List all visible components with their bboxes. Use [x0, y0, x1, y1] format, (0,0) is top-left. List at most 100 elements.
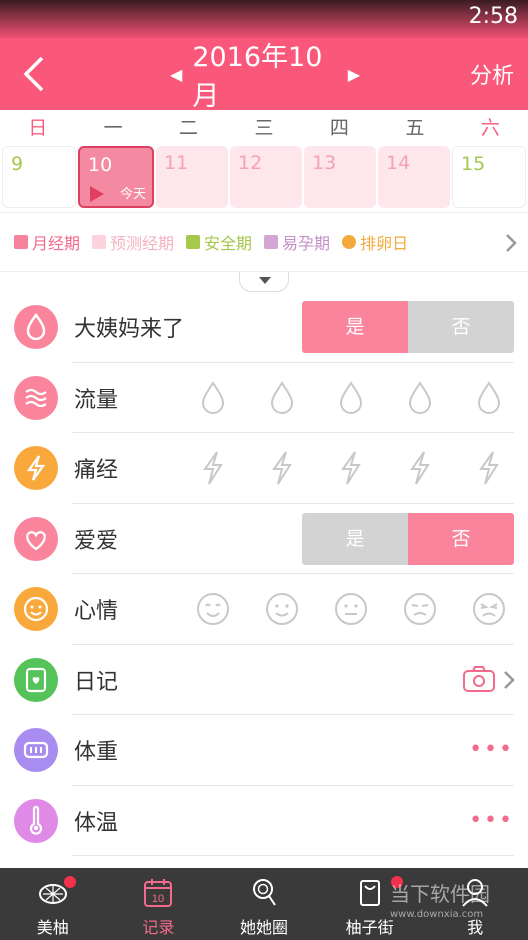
lightning-outline-icon[interactable] — [326, 450, 376, 486]
tab-label: 记录 — [142, 918, 175, 937]
day-number: 11 — [164, 152, 189, 174]
flow-options — [188, 380, 514, 416]
more-icon[interactable]: ••• — [469, 737, 514, 762]
row-label: 日记 — [74, 669, 119, 695]
weekday-label: 一 — [103, 117, 123, 139]
legend-label: 易孕期 — [282, 234, 331, 253]
status-bar: 2:58 — [0, 0, 528, 38]
drop-icon — [14, 305, 58, 349]
legend-item: 易孕期 — [264, 230, 330, 254]
crying-face-icon[interactable] — [464, 591, 514, 627]
tab-label: 美柚 — [36, 918, 69, 937]
today-label: 今天 — [119, 187, 146, 202]
legend-swatch — [342, 235, 357, 249]
legend-item: 月经期 — [14, 230, 80, 254]
legend-label: 排卵日 — [360, 234, 409, 253]
calendar-day[interactable]: 12 — [230, 146, 302, 208]
row-love: 爱爱 是 否 — [0, 504, 528, 575]
row-flow: 流量 — [0, 363, 528, 434]
pain-options — [188, 450, 514, 486]
weekday-header: 日 一 二 三 四 五 六 — [0, 110, 528, 146]
row-label: 大姨妈来了 — [74, 317, 185, 342]
unhappy-face-icon[interactable] — [395, 591, 445, 627]
yes-button[interactable]: 是 — [302, 512, 408, 565]
smile-icon — [14, 587, 58, 631]
back-button[interactable] — [16, 54, 56, 94]
scale-icon — [14, 728, 58, 772]
phase-legend[interactable]: 月经期 预测经期 安全期 易孕期 排卵日 — [0, 212, 528, 272]
smile-face-icon[interactable] — [257, 591, 307, 627]
happy-face-icon[interactable] — [188, 591, 238, 627]
day-number: 12 — [238, 152, 263, 174]
row-weight[interactable]: 体重 ••• — [0, 715, 528, 786]
camera-icon[interactable] — [462, 665, 496, 693]
drop-outline-icon[interactable] — [326, 380, 376, 416]
analysis-button[interactable]: 分析 — [470, 58, 514, 90]
calendar-day[interactable]: 14 — [378, 146, 450, 208]
week-calendar: 9 10 今天 11 12 13 14 15 — [0, 146, 528, 210]
legend-swatch — [14, 235, 28, 249]
legend-item: 安全期 — [186, 230, 252, 254]
legend-swatch — [186, 235, 201, 249]
row-label: 爱爱 — [74, 528, 119, 554]
day-number: 10 — [88, 154, 113, 176]
row-diary[interactable]: 日记 — [0, 645, 528, 716]
tab-label: 她她圈 — [239, 918, 288, 937]
lightning-outline-icon[interactable] — [395, 450, 445, 486]
app-header: ◀ 2016年10月 ▶ 分析 — [0, 38, 528, 112]
legend-item: 排卵日 — [342, 230, 408, 254]
legend-label: 预测经期 — [110, 234, 175, 253]
calendar-day-today[interactable]: 10 今天 — [78, 146, 154, 208]
collapse-toggle[interactable] — [239, 272, 289, 292]
row-mood: 心情 — [0, 574, 528, 645]
weekday-label: 日 — [28, 117, 48, 139]
lightning-icon — [14, 446, 58, 490]
lightning-outline-icon[interactable] — [464, 450, 514, 486]
weekday-label: 六 — [480, 117, 500, 139]
calendar-day[interactable]: 11 — [156, 146, 228, 208]
prev-month-icon[interactable]: ◀ — [170, 65, 182, 84]
calendar-day[interactable]: 13 — [304, 146, 376, 208]
watermark-url: www.downxia.com — [390, 909, 484, 920]
drop-outline-icon[interactable] — [464, 380, 514, 416]
month-selector: ◀ 2016年10月 ▶ — [160, 42, 370, 112]
lightning-outline-icon[interactable] — [188, 450, 238, 486]
row-period: 大姨妈来了 是 否 — [0, 292, 528, 363]
yes-button[interactable]: 是 — [302, 301, 408, 353]
day-number: 15 — [461, 153, 486, 175]
row-temperature[interactable]: 体温 ••• — [0, 786, 528, 857]
calendar-icon: 10 — [144, 879, 173, 907]
calendar-day[interactable]: 15 — [452, 146, 526, 208]
more-icon[interactable]: ••• — [469, 808, 514, 833]
no-button[interactable]: 否 — [408, 512, 514, 565]
next-month-icon[interactable]: ▶ — [348, 65, 360, 84]
drop-outline-icon[interactable] — [395, 380, 445, 416]
legend-label: 月经期 — [32, 234, 81, 253]
row-label: 流量 — [74, 387, 119, 413]
today-marker-icon — [90, 186, 104, 202]
row-pain: 痛经 — [0, 433, 528, 504]
drop-outline-icon[interactable] — [188, 380, 238, 416]
calendar-day[interactable]: 9 — [2, 146, 76, 208]
tab-record[interactable]: 10 记录 — [106, 868, 212, 940]
no-button[interactable]: 否 — [408, 301, 514, 353]
drop-outline-icon[interactable] — [257, 380, 307, 416]
heart-icon — [14, 516, 58, 561]
chevron-right-icon — [504, 670, 515, 689]
notebook-icon — [14, 657, 58, 702]
weekday-label: 四 — [329, 117, 349, 139]
chevron-right-icon — [506, 234, 517, 252]
tab-meiyou[interactable]: 美柚 — [0, 868, 106, 940]
mood-options — [188, 591, 514, 627]
tab-circle[interactable]: 她她圈 — [211, 868, 317, 940]
period-toggle: 是 否 — [302, 301, 514, 353]
row-label: 体重 — [74, 740, 119, 765]
legend-label: 安全期 — [204, 234, 253, 253]
neutral-face-icon[interactable] — [326, 591, 376, 627]
month-title: 2016年10月 — [192, 42, 323, 112]
watermark: 当下软件园 www.downxia.com — [380, 868, 528, 940]
thermometer-icon — [14, 798, 58, 843]
status-time: 2:58 — [468, 4, 518, 29]
lightning-outline-icon[interactable] — [257, 450, 307, 486]
love-toggle: 是 否 — [302, 512, 514, 565]
